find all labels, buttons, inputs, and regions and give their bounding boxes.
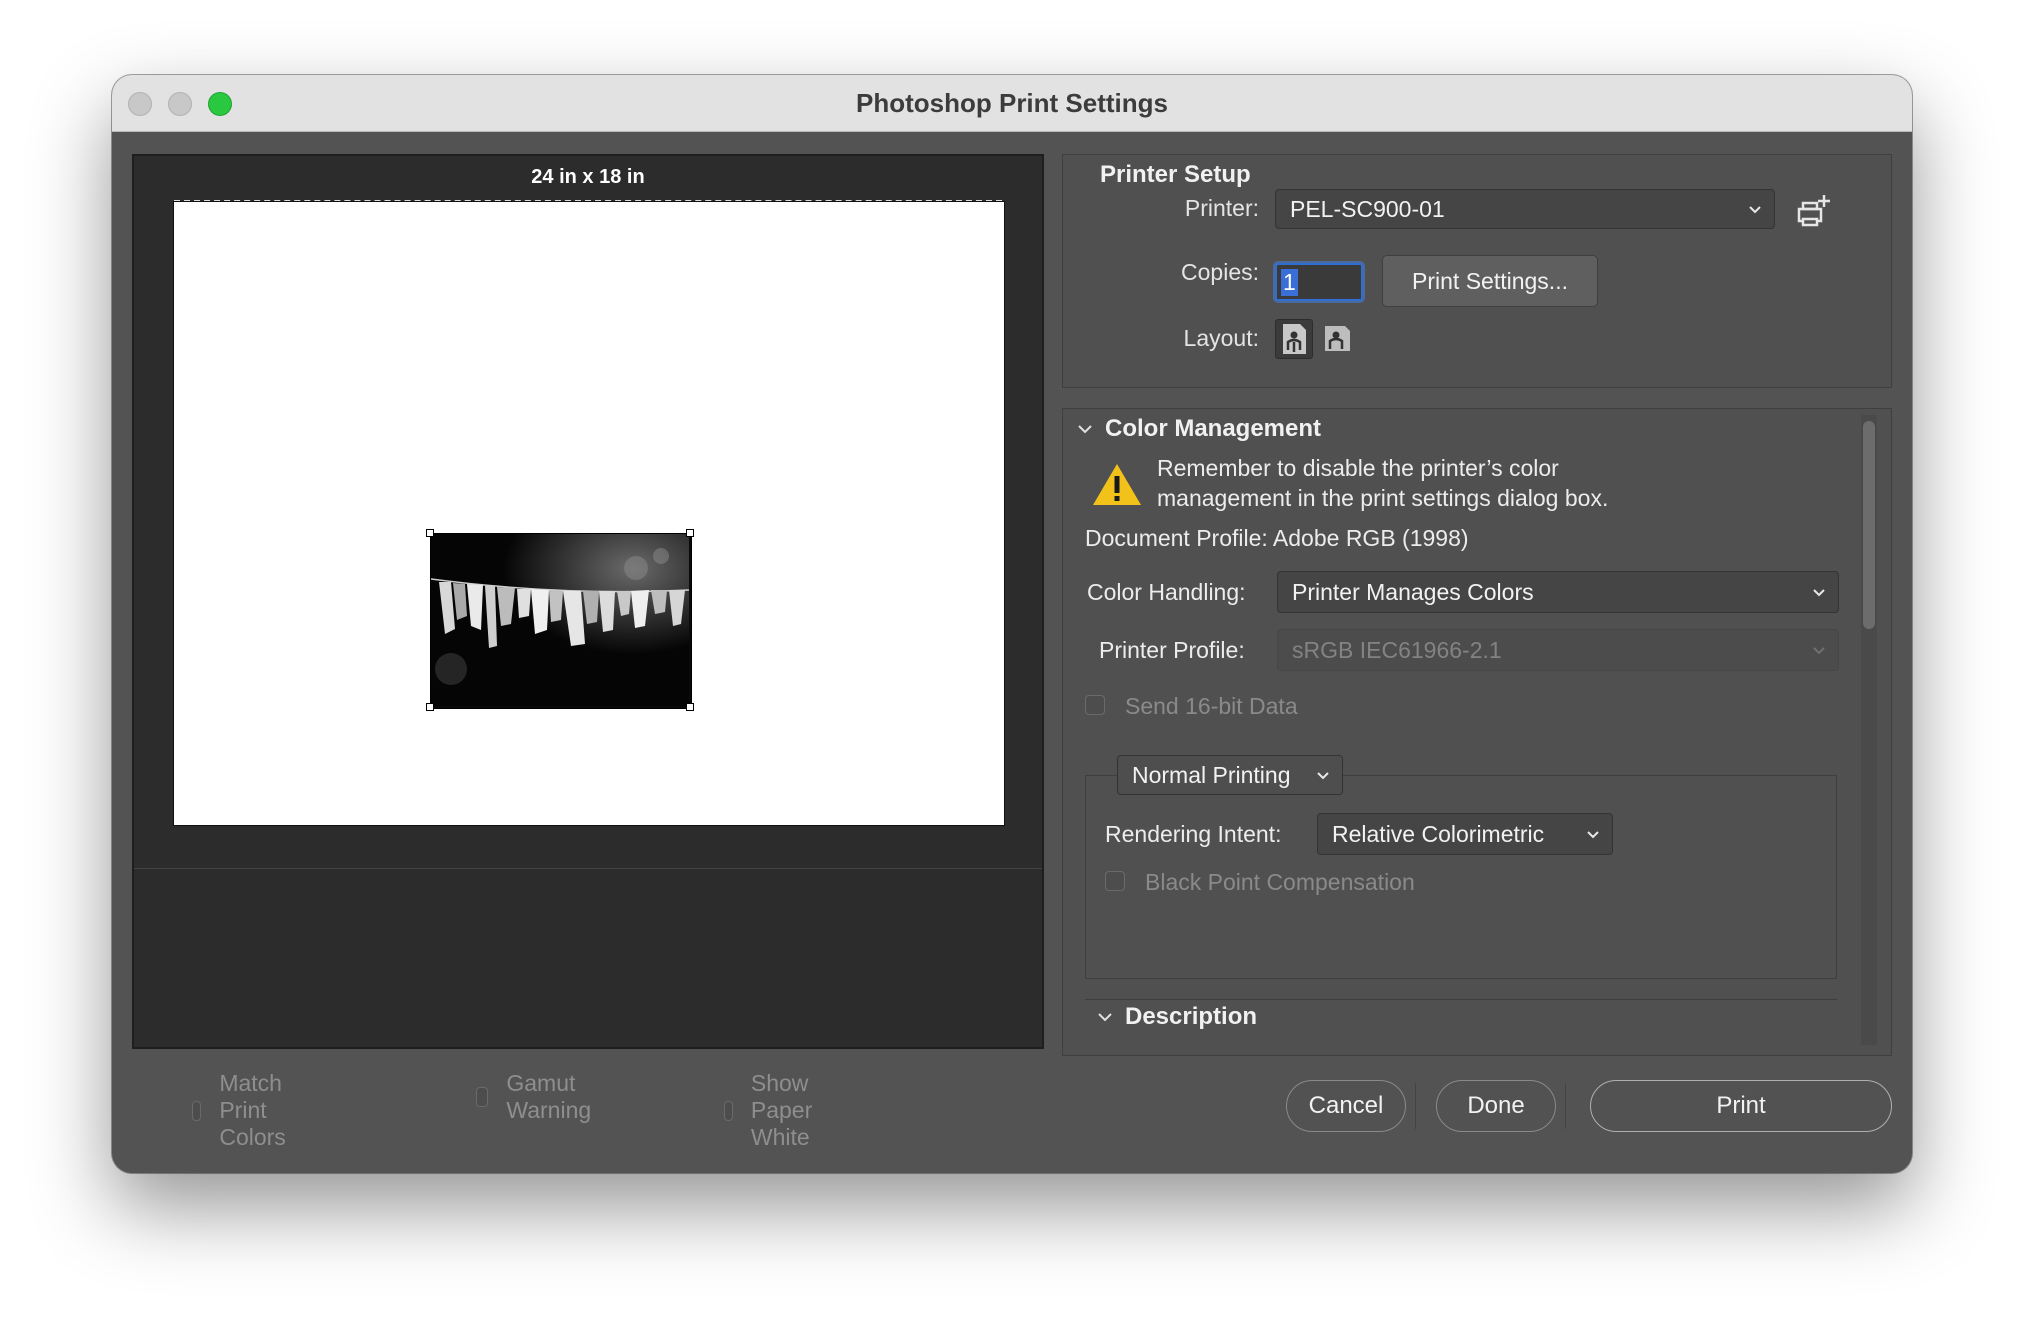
chevron-down-icon xyxy=(1813,647,1825,655)
gamut-warning-label: Gamut Warning xyxy=(506,1070,592,1123)
color-management-section: Color Management Remember to disable the… xyxy=(1062,408,1892,1056)
chevron-down-icon xyxy=(1587,831,1599,839)
layout-label: Layout: xyxy=(1183,325,1259,351)
scrollbar[interactable] xyxy=(1861,415,1877,1045)
match-print-colors-option[interactable]: Match Print Colors xyxy=(192,1070,296,1151)
resize-handle-top-right[interactable] xyxy=(686,529,694,537)
paper-size-label: 24 in x 18 in xyxy=(531,166,645,188)
color-handling-value: Printer Manages Colors xyxy=(1292,578,1534,605)
warning-line-2: management in the print settings dialog … xyxy=(1157,485,1609,511)
send-16bit-checkbox[interactable] xyxy=(1085,695,1105,715)
print-settings-window: Photoshop Print Settings 24 in x 18 in M… xyxy=(112,75,1912,1173)
rendering-intent-select[interactable]: Relative Colorimetric xyxy=(1317,813,1613,855)
warning-message: Remember to disable the printer’s color … xyxy=(1157,453,1608,513)
gamut-warning-checkbox[interactable] xyxy=(476,1087,489,1107)
show-paper-white-option[interactable]: Show Paper White xyxy=(724,1070,823,1151)
chevron-down-icon[interactable] xyxy=(1075,419,1095,439)
layout-landscape-button[interactable] xyxy=(1319,319,1357,359)
copies-input[interactable]: 1 xyxy=(1275,263,1363,301)
warning-line-1: Remember to disable the printer’s color xyxy=(1157,455,1559,481)
resize-handle-bottom-left[interactable] xyxy=(426,703,434,711)
landscape-layout-icon xyxy=(1325,326,1350,351)
match-print-colors-label: Match Print Colors xyxy=(219,1070,286,1150)
print-preview-pane: 24 in x 18 in xyxy=(132,154,1044,1049)
printing-mode-value: Normal Printing xyxy=(1132,761,1291,788)
print-settings-button[interactable]: Print Settings... xyxy=(1382,255,1598,307)
match-print-colors-checkbox[interactable] xyxy=(192,1100,202,1121)
print-button[interactable]: Print xyxy=(1590,1080,1892,1132)
show-paper-white-checkbox[interactable] xyxy=(724,1100,733,1121)
printer-profile-value: sRGB IEC61966-2.1 xyxy=(1292,636,1502,663)
chevron-down-icon xyxy=(1317,772,1329,780)
color-handling-select[interactable]: Printer Manages Colors xyxy=(1277,571,1839,613)
rendering-intent-value: Relative Colorimetric xyxy=(1332,820,1545,847)
printing-mode-select[interactable]: Normal Printing xyxy=(1117,755,1343,795)
chevron-down-icon xyxy=(1813,589,1825,597)
printer-label: Printer: xyxy=(1184,195,1259,221)
clothesline-photo xyxy=(430,534,690,706)
black-point-label: Black Point Compensation xyxy=(1145,869,1415,895)
resize-handle-bottom-right[interactable] xyxy=(686,703,694,711)
printer-profile-label: Printer Profile: xyxy=(1099,637,1245,663)
paper-preview xyxy=(173,201,1005,826)
portrait-layout-icon xyxy=(1283,324,1306,354)
layout-portrait-button[interactable] xyxy=(1275,319,1313,359)
printer-profile-select[interactable]: sRGB IEC61966-2.1 xyxy=(1277,629,1839,671)
add-printer-icon[interactable] xyxy=(1795,191,1835,231)
show-paper-white-label: Show Paper White xyxy=(750,1070,813,1150)
title-bar: Photoshop Print Settings xyxy=(112,75,1912,132)
printer-select[interactable]: PEL-SC900-01 xyxy=(1275,189,1775,229)
window-title: Photoshop Print Settings xyxy=(856,88,1168,118)
printer-setup-title: Printer Setup xyxy=(1100,161,1251,188)
color-handling-label: Color Handling: xyxy=(1087,579,1246,605)
rendering-intent-label: Rendering Intent: xyxy=(1105,821,1282,847)
chevron-down-icon[interactable] xyxy=(1095,1007,1115,1027)
section-divider xyxy=(1085,999,1837,1000)
cancel-button[interactable]: Cancel xyxy=(1286,1080,1406,1132)
preview-divider xyxy=(134,868,1042,869)
black-point-checkbox[interactable] xyxy=(1105,871,1125,891)
copies-label: Copies: xyxy=(1181,259,1259,285)
description-title: Description xyxy=(1125,1003,1258,1030)
resize-handle-top-left[interactable] xyxy=(426,529,434,537)
done-button[interactable]: Done xyxy=(1436,1080,1556,1132)
warning-icon xyxy=(1093,464,1141,505)
color-management-title: Color Management xyxy=(1105,415,1322,442)
document-profile-text: Document Profile: Adobe RGB (1998) xyxy=(1085,525,1469,551)
scrollbar-thumb[interactable] xyxy=(1863,421,1875,629)
gamut-warning-option[interactable]: Gamut Warning xyxy=(476,1070,599,1124)
button-separator xyxy=(1415,1083,1416,1129)
send-16bit-label: Send 16-bit Data xyxy=(1125,693,1298,719)
image-preview[interactable] xyxy=(430,533,692,709)
button-separator xyxy=(1565,1083,1566,1129)
chevron-down-icon xyxy=(1749,206,1761,214)
printer-select-value: PEL-SC900-01 xyxy=(1290,195,1445,222)
printer-setup-section: Printer Setup Printer: PEL-SC900-01 Copi… xyxy=(1062,154,1892,388)
